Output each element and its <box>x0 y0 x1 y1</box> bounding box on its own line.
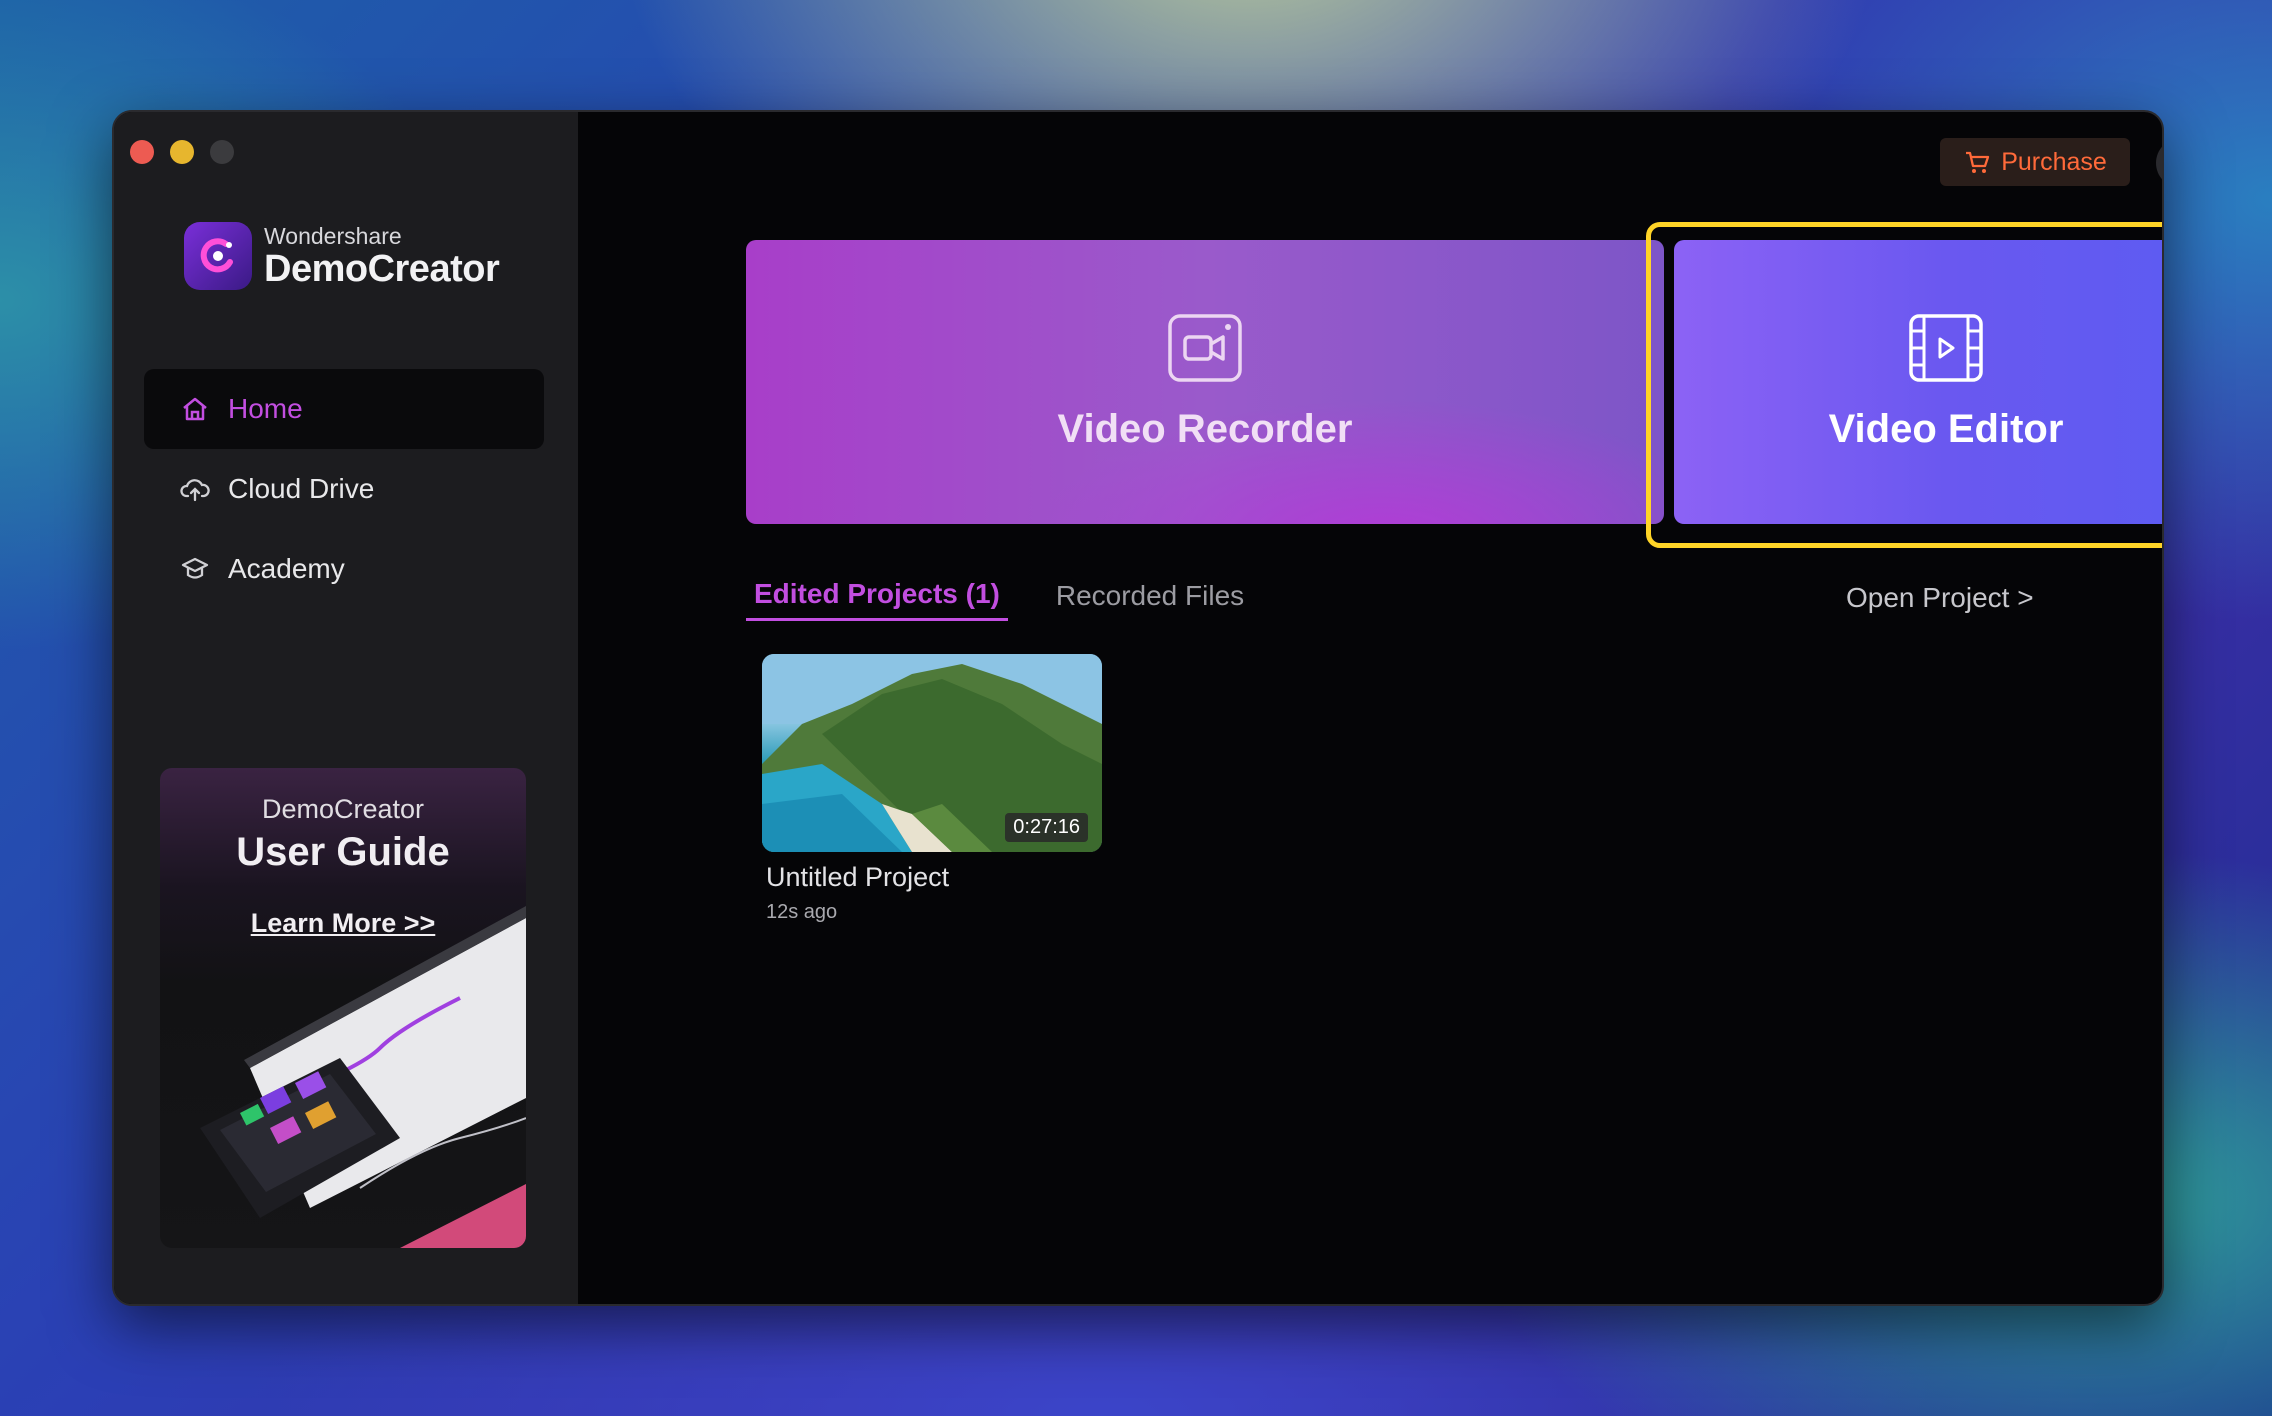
app-preview-illustration <box>200 906 526 1248</box>
zoom-window-button[interactable] <box>210 140 234 164</box>
close-window-button[interactable] <box>130 140 154 164</box>
purchase-label: Purchase <box>2001 147 2107 176</box>
project-timestamp: 12s ago <box>766 901 838 923</box>
app-logo: Wondershare DemoCreator <box>184 222 500 290</box>
video-editor-highlight <box>1646 222 2162 548</box>
purchase-button[interactable]: Purchase <box>1940 138 2130 186</box>
minimize-window-button[interactable] <box>170 140 194 164</box>
cloud-upload-icon <box>180 479 210 502</box>
tab-edited-projects[interactable]: Edited Projects (1) <box>746 578 1008 621</box>
brand-product: DemoCreator <box>264 248 500 290</box>
video-recorder-label: Video Recorder <box>1057 406 1353 451</box>
account-button[interactable] <box>2156 138 2162 188</box>
graduation-cap-icon <box>181 557 209 579</box>
app-window: Wondershare DemoCreator Home Cloud Drive <box>112 110 2164 1306</box>
home-icon <box>183 397 207 421</box>
sidebar: Wondershare DemoCreator Home Cloud Drive <box>114 112 578 1304</box>
project-card[interactable]: 0:27:16 Untitled Project 12s ago <box>762 654 1102 924</box>
sidebar-item-cloud-drive[interactable]: Cloud Drive <box>144 449 544 529</box>
cart-icon <box>1966 151 1990 173</box>
main-content: Purchase Video Recorder Video Editor Edi… <box>578 112 2162 1304</box>
project-duration: 0:27:16 <box>1005 813 1088 842</box>
open-project-link[interactable]: Open Project > <box>1846 582 2034 614</box>
camera-icon <box>1168 313 1242 382</box>
tab-recorded-files[interactable]: Recorded Files <box>1056 580 1244 620</box>
sidebar-item-label: Academy <box>228 553 345 584</box>
democreator-logo-icon <box>184 222 252 290</box>
window-controls <box>130 140 234 164</box>
brand-company: Wondershare <box>264 223 402 249</box>
sidebar-item-label: Home <box>228 393 303 424</box>
sidebar-item-label: Cloud Drive <box>228 473 375 504</box>
sidebar-nav: Home Cloud Drive Academy <box>144 369 544 609</box>
user-guide-banner[interactable]: DemoCreator User Guide Learn More >> <box>160 768 526 1248</box>
project-thumbnail[interactable]: 0:27:16 <box>762 654 1102 852</box>
project-tabs: Edited Projects (1) Recorded Files <box>746 578 1244 621</box>
project-title: Untitled Project <box>766 862 950 892</box>
sidebar-item-home[interactable]: Home <box>144 369 544 449</box>
video-recorder-card[interactable]: Video Recorder <box>746 240 1664 524</box>
sidebar-item-academy[interactable]: Academy <box>144 529 544 609</box>
